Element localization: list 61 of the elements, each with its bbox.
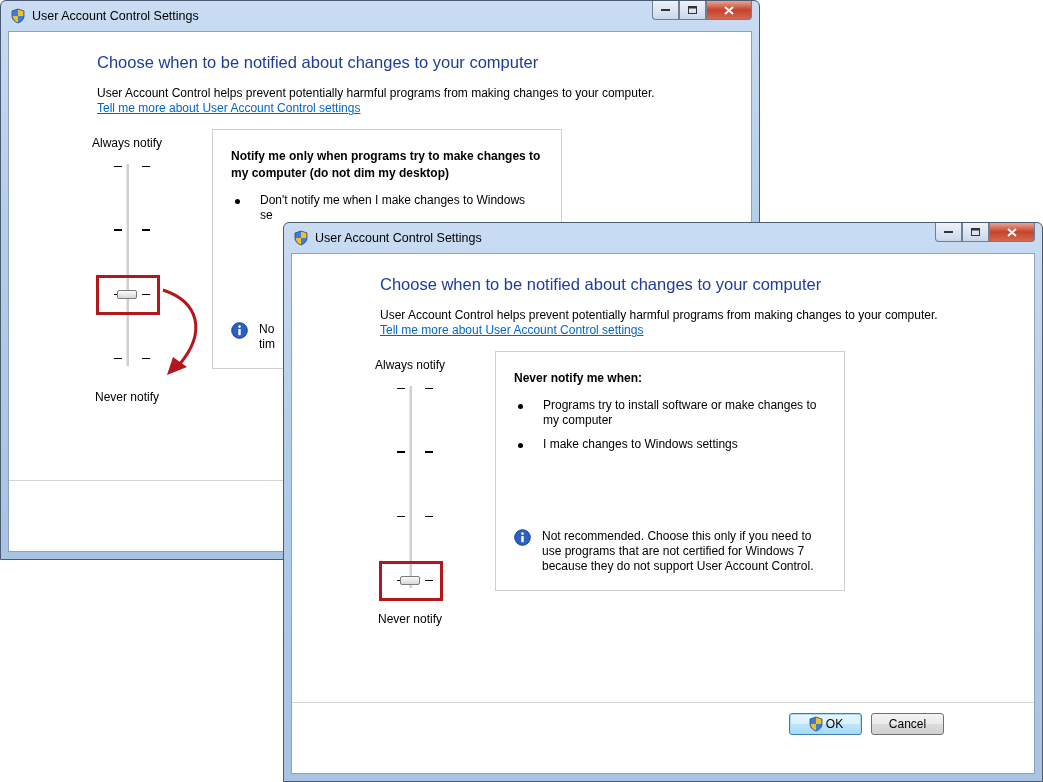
restore-icon (970, 227, 981, 237)
tick-mark (114, 165, 122, 167)
note-text: Not recommended. Choose this only if you need to (542, 529, 813, 544)
help-link[interactable]: Tell me more about User Account Control settings (380, 323, 644, 338)
slider-bottom-label: Never notify (377, 612, 443, 628)
info-icon (514, 529, 531, 546)
maximize-button[interactable] (679, 1, 706, 20)
close-icon (1007, 227, 1017, 237)
note-text: No (259, 322, 275, 337)
close-button[interactable] (706, 1, 752, 20)
bullet-icon (518, 443, 523, 448)
page-heading: Choose when to be notified about changes to your computer (380, 275, 823, 295)
bullet-text: I make changes to Windows settings (543, 437, 738, 452)
bullet-icon (235, 199, 240, 204)
note-text: use programs that are not certified for Windows 7 (542, 544, 806, 559)
tick-mark (114, 229, 122, 231)
intro-text: User Account Control helps prevent potentially harmful programs from making changes to your computer. (97, 86, 656, 101)
slider-top-label: Always notify (91, 136, 163, 152)
note-text: because they do not support User Account Control. (542, 559, 814, 574)
help-link[interactable]: Tell me more about User Account Control settings (97, 101, 361, 116)
tick-mark (142, 165, 150, 167)
tick-mark (114, 357, 122, 359)
description-heading: Never notify me when: (514, 370, 644, 387)
note-text: tim (259, 337, 275, 352)
tick-mark (425, 579, 433, 581)
bullet-text: my computer (543, 413, 614, 428)
window-title: User Account Control Settings (32, 9, 199, 23)
tick-mark (425, 515, 433, 517)
intro-text: User Account Control helps prevent potentially harmful programs from making changes to your computer. (380, 308, 939, 323)
tick-mark (397, 515, 405, 517)
tick-mark (142, 293, 150, 295)
tick-mark (142, 357, 150, 359)
bullet-text: se (260, 208, 274, 223)
minimize-icon (660, 8, 671, 12)
bullet-text: Don't notify me when I make changes to Windows (260, 193, 526, 208)
restore-icon (687, 5, 698, 15)
minimize-icon (943, 230, 954, 234)
page-heading: Choose when to be notified about changes to your computer (97, 53, 540, 73)
tick-mark (397, 451, 405, 453)
window-title: User Account Control Settings (315, 231, 482, 245)
ok-button[interactable]: OK (789, 713, 862, 735)
slider-bottom-label: Never notify (94, 390, 160, 406)
shield-icon (10, 8, 26, 24)
tick-mark (425, 387, 433, 389)
maximize-button[interactable] (962, 223, 989, 242)
tick-mark (142, 229, 150, 231)
close-icon (724, 5, 734, 15)
bullet-icon (518, 404, 523, 409)
slider-thumb[interactable] (117, 290, 137, 299)
cancel-button[interactable]: Cancel (871, 713, 944, 735)
close-button[interactable] (989, 223, 1035, 242)
tick-mark (425, 451, 433, 453)
slider-top-label: Always notify (374, 358, 446, 374)
shield-icon (293, 230, 309, 246)
bullet-text: Programs try to install software or make changes to (543, 398, 817, 413)
tick-mark (397, 387, 405, 389)
minimize-button[interactable] (652, 1, 679, 20)
slider-thumb[interactable] (400, 576, 420, 585)
description-heading: Notify me only when programs try to make changes to my computer (do not dim my desktop) (231, 148, 542, 182)
minimize-button[interactable] (935, 223, 962, 242)
info-icon (231, 322, 248, 339)
